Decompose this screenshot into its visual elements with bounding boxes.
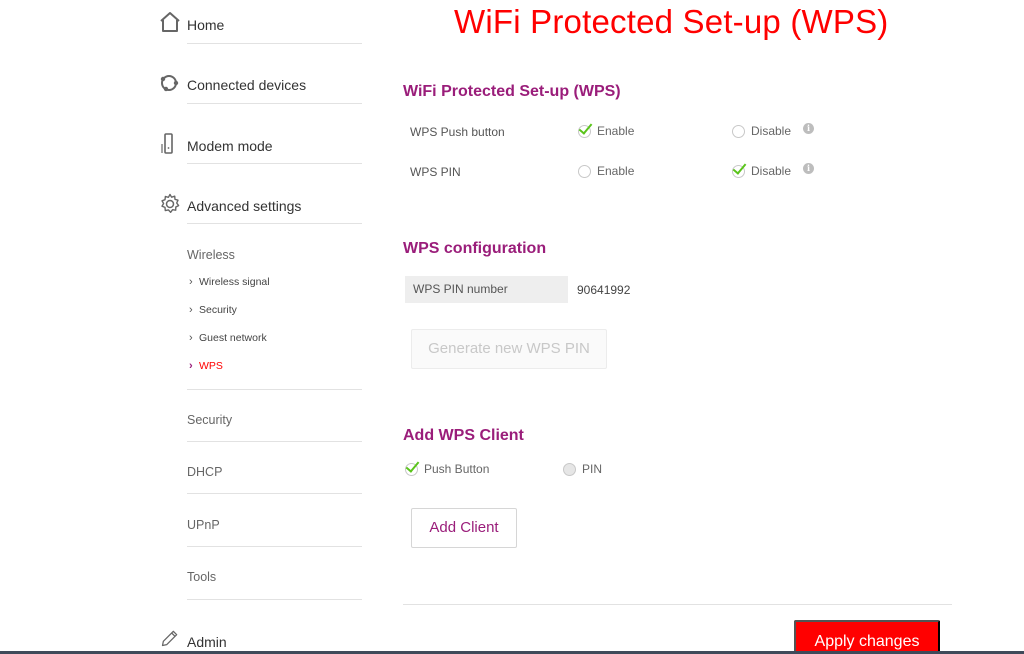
sidebar-subitem-wireless-signal[interactable]: › Wireless signal	[189, 276, 270, 288]
sidebar-subitem-security[interactable]: › Security	[189, 304, 237, 316]
wps-push-disable-radio[interactable]: Disable	[732, 124, 791, 138]
radio-unchecked-icon	[578, 164, 591, 178]
divider	[187, 493, 362, 494]
info-icon[interactable]: i	[803, 123, 814, 134]
sidebar-item-label: Admin	[187, 634, 227, 650]
gear-icon	[161, 193, 180, 213]
page-title: WiFi Protected Set-up (WPS)	[454, 3, 889, 40]
sidebar-item-label: Connected devices	[187, 77, 307, 93]
divider	[187, 546, 362, 547]
client-pin-radio[interactable]: PIN	[563, 462, 602, 476]
wps-pin-number-label: WPS PIN number	[405, 276, 568, 303]
option-label: Disable	[751, 124, 792, 138]
option-label: PIN	[582, 462, 603, 476]
wps-pin-disable-radio[interactable]: Disable	[732, 164, 791, 178]
divider	[187, 163, 362, 164]
subitem-label: Guest network	[199, 332, 267, 344]
sidebar-item-connected-devices[interactable]: Connected devices	[158, 60, 362, 104]
chevron-right-icon: ›	[189, 360, 193, 372]
home-icon	[160, 12, 180, 32]
radio-unchecked-icon	[732, 124, 745, 138]
sidebar-subitem-guest-network[interactable]: › Guest network	[189, 332, 267, 344]
subitem-label: Security	[199, 304, 237, 316]
divider	[187, 389, 362, 390]
subitem-label: WPS	[199, 360, 223, 372]
radio-unchecked-icon	[563, 462, 576, 476]
client-push-button-radio[interactable]: Push Button	[405, 462, 489, 476]
sidebar-item-label: Modem mode	[187, 138, 273, 154]
sidebar-item-admin[interactable]: Admin	[158, 624, 362, 654]
wps-push-button-label: WPS Push button	[410, 125, 505, 139]
sidebar-item-dhcp[interactable]: DHCP	[187, 465, 362, 479]
divider	[187, 599, 362, 600]
radio-checked-icon	[405, 462, 418, 476]
sidebar-subitem-wps[interactable]: › WPS	[189, 360, 223, 372]
add-wps-client-title: Add WPS Client	[403, 427, 524, 444]
wps-pin-label: WPS PIN	[410, 165, 461, 179]
radio-checked-icon	[732, 164, 745, 178]
option-label: Enable	[597, 124, 635, 138]
divider	[187, 103, 362, 104]
chevron-right-icon: ›	[189, 304, 193, 316]
sidebar-item-upnp[interactable]: UPnP	[187, 518, 362, 532]
pencil-icon	[161, 630, 178, 647]
wps-section-title: WiFi Protected Set-up (WPS)	[403, 83, 621, 100]
sidebar-item-security[interactable]: Security	[187, 413, 362, 427]
add-client-button[interactable]: Add Client	[411, 508, 517, 548]
wps-push-enable-radio[interactable]: Enable	[578, 124, 634, 138]
radio-checked-icon	[578, 124, 591, 138]
generate-wps-pin-button[interactable]: Generate new WPS PIN	[411, 329, 607, 369]
subitem-label: Wireless signal	[199, 276, 270, 288]
modem-icon	[161, 133, 173, 154]
divider	[187, 223, 362, 224]
wps-pin-number-value: 90641992	[577, 283, 631, 297]
sidebar-item-home[interactable]: Home	[158, 0, 362, 44]
option-label: Push Button	[424, 462, 490, 476]
info-icon[interactable]: i	[803, 163, 814, 174]
connected-devices-icon	[160, 75, 179, 92]
chevron-right-icon: ›	[189, 332, 193, 344]
chevron-right-icon: ›	[189, 276, 193, 288]
wps-config-title: WPS configuration	[403, 240, 547, 257]
sidebar-item-advanced-settings[interactable]: Advanced settings	[158, 180, 362, 224]
divider	[187, 441, 362, 442]
option-label: Enable	[597, 164, 635, 178]
divider	[403, 604, 952, 605]
apply-changes-button[interactable]: Apply changes	[794, 620, 940, 654]
sidebar-item-tools[interactable]: Tools	[187, 570, 362, 584]
sidebar-item-label: Advanced settings	[187, 198, 302, 214]
wireless-heading: Wireless	[187, 248, 235, 262]
sidebar-item-modem-mode[interactable]: Modem mode	[158, 120, 362, 164]
wps-pin-enable-radio[interactable]: Enable	[578, 164, 634, 178]
option-label: Disable	[751, 164, 792, 178]
sidebar-item-label: Home	[187, 17, 225, 33]
divider	[187, 43, 362, 44]
